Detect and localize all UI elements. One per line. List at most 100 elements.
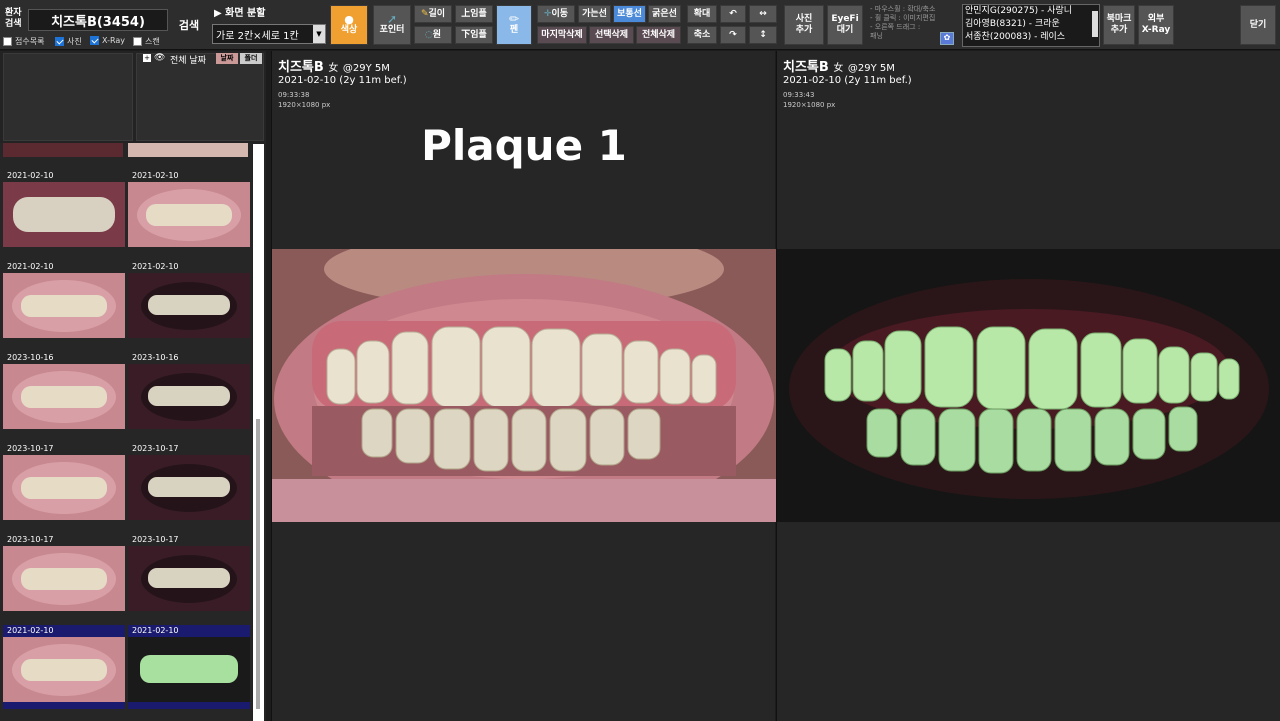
flip-vertical-button[interactable]: ↕ <box>749 26 777 44</box>
search-button[interactable]: 검색 <box>172 9 206 41</box>
thumbnail-date: 2023-10-17 <box>7 444 54 453</box>
thumbnail-image <box>128 455 250 520</box>
eye-icon: 👁 <box>154 53 166 63</box>
check-scan[interactable]: 스캔 <box>133 36 160 47</box>
mouth-fluorescence-image <box>777 249 1280 522</box>
thumbnail-list[interactable]: 2021-02-10 2021-02-10 2021-02-10 2021-02-10… <box>0 143 252 721</box>
rotate-left-icon: ↶ <box>729 8 737 19</box>
thumbnail-image <box>3 455 125 520</box>
thumbnail-item[interactable]: 2023-10-17 <box>3 443 125 527</box>
zoom-out-button[interactable]: 축소 <box>687 26 717 44</box>
check-photo[interactable]: 사진 <box>55 36 82 47</box>
length-button[interactable]: ✎ 길이 <box>414 5 452 23</box>
pen-icon: ✏ <box>508 12 520 26</box>
normal-line-button[interactable]: 보통선 <box>613 5 646 23</box>
thumbnail-partial[interactable] <box>3 143 123 157</box>
patient-title: 치즈톡B 女 @29Y 5M <box>278 60 390 75</box>
settings-gear-icon[interactable]: ✿ <box>940 32 954 45</box>
lower-implant-button[interactable]: 下임플 <box>455 26 493 44</box>
flip-horizontal-button[interactable]: ↔ <box>749 5 777 23</box>
eyefi-wait-button[interactable]: EyeFi 대기 <box>827 5 863 45</box>
flip-horizontal-icon: ↔ <box>759 8 767 19</box>
dropdown-arrow-icon: ▼ <box>313 25 325 43</box>
thumbnail-partial[interactable] <box>128 143 248 157</box>
viewer-pane-right[interactable]: 치즈톡B 女 @29Y 5M 2021-02-10 (2y 11m bef.) … <box>776 51 1280 721</box>
thumbnail-date: 2021-02-10 <box>132 626 179 635</box>
rotate-left-button[interactable]: ↶ <box>720 5 746 23</box>
patient-search-label: 환자 검색 <box>5 8 22 29</box>
sort-by-date-button[interactable]: 날짜 <box>216 53 238 64</box>
delete-selected-button[interactable]: 선택삭제 <box>589 26 634 44</box>
close-button[interactable]: 닫기 <box>1240 5 1276 45</box>
checkbox-icon <box>3 37 12 46</box>
preview-box-left <box>3 53 133 141</box>
patient-name-field[interactable]: 치즈톡B(3454) <box>28 9 168 31</box>
photo-time: 09:33:43 <box>783 91 815 99</box>
preview-box-right <box>136 53 264 141</box>
color-button[interactable]: ● 색상 <box>330 5 368 45</box>
thin-line-button[interactable]: 가는선 <box>578 5 611 23</box>
checkbox-checked-icon <box>55 37 64 46</box>
check-reception-list[interactable]: 접수목록 <box>3 36 44 47</box>
dental-photo-natural[interactable] <box>272 249 776 522</box>
rotate-right-button[interactable]: ↷ <box>720 26 746 44</box>
thumbnail-date: 2023-10-17 <box>132 444 179 453</box>
thumbnail-item[interactable]: 2023-10-17 <box>128 534 250 618</box>
check-xray[interactable]: X-Ray <box>90 36 125 45</box>
checkbox-checked-icon <box>90 36 99 45</box>
sort-by-folder-button[interactable]: 폴더 <box>240 53 262 64</box>
patient-title: 치즈톡B 女 @29Y 5M <box>783 60 895 75</box>
thumbnail-date: 2023-10-17 <box>7 535 54 544</box>
add-photo-button[interactable]: 사진 추가 <box>784 5 824 45</box>
move-button[interactable]: ✛ 이동 <box>537 5 575 23</box>
waiting-list-item[interactable]: 서종찬(200083) - 레이스 <box>963 31 1099 44</box>
thumbnail-item[interactable]: 2023-10-17 <box>128 443 250 527</box>
thumbnail-item[interactable]: 2023-10-16 <box>128 352 250 436</box>
flip-vertical-icon: ↕ <box>759 29 767 40</box>
ruler-icon: ✎ <box>420 8 429 19</box>
thumbnail-date: 2021-02-10 <box>7 171 54 180</box>
thumbnail-item[interactable]: 2021-02-10 <box>128 170 250 254</box>
thumbnail-item[interactable]: 2023-10-16 <box>3 352 125 436</box>
pen-button[interactable]: ✏ 펜 <box>496 5 532 45</box>
thumbnail-date: 2023-10-17 <box>132 535 179 544</box>
thumbnail-date: 2023-10-16 <box>7 353 54 362</box>
external-xray-button[interactable]: 외부 X-Ray <box>1138 5 1174 45</box>
sidebar-scrollbar-track[interactable] <box>253 144 264 721</box>
thumbnail-item[interactable]: 2021-02-10 <box>3 170 125 254</box>
expand-icon[interactable]: + <box>143 54 151 62</box>
split-label: ▶ 화면 분할 <box>214 8 266 19</box>
delete-last-button[interactable]: 마지막삭제 <box>537 26 587 44</box>
pointer-button[interactable]: ➚ 포인터 <box>373 5 411 45</box>
bookmark-add-button[interactable]: 북마크 추가 <box>1103 5 1135 45</box>
checkbox-icon <box>133 37 142 46</box>
thumbnail-item[interactable]: 2021-02-10 <box>128 261 250 345</box>
thumbnail-item[interactable]: 2021-02-10 <box>3 261 125 345</box>
upper-implant-button[interactable]: 上임플 <box>455 5 493 23</box>
thumbnail-image <box>3 182 125 247</box>
thumbnail-date: 2021-02-10 <box>7 262 54 271</box>
waiting-list-item[interactable]: 김아영B(8321) - 크라운 <box>963 18 1099 31</box>
dental-photo-fluorescence[interactable] <box>777 249 1280 522</box>
thumbnail-date: 2021-02-10 <box>132 262 179 271</box>
thumbnail-image <box>3 546 125 611</box>
circle-button[interactable]: ◌ 원 <box>414 26 452 44</box>
waiting-list-item[interactable]: 안민지G(290275) - 사랑니 <box>963 5 1099 18</box>
toolbar: 환자 검색 치즈톡B(3454) 검색 접수목록 사진 X-Ray 스캔 ▶ 화… <box>0 0 1280 50</box>
waiting-list[interactable]: 안민지G(290275) - 사랑니 김아영B(8321) - 크라운 서종찬(… <box>962 4 1100 47</box>
waiting-list-scrollbar[interactable] <box>1092 11 1098 37</box>
caption-text: Plaque 1 <box>421 121 627 170</box>
move-icon: ✛ <box>543 8 552 19</box>
palette-icon: ● <box>344 13 354 26</box>
thick-line-button[interactable]: 굵은선 <box>648 5 681 23</box>
thumbnail-item[interactable]: 2021-02-10 <box>128 625 250 709</box>
sidebar-scrollbar-thumb[interactable] <box>256 419 260 709</box>
zoom-in-button[interactable]: 확대 <box>687 5 717 23</box>
photo-size: 1920×1080 px <box>783 101 836 109</box>
viewer-pane-left[interactable]: 치즈톡B 女 @29Y 5M 2021-02-10 (2y 11m bef.) … <box>271 51 776 721</box>
thumbnail-item[interactable]: 2021-02-10 <box>3 625 125 709</box>
delete-all-button[interactable]: 전체삭제 <box>636 26 681 44</box>
split-select[interactable]: 가로 2칸×세로 1칸 ▼ <box>212 24 326 44</box>
thumbnail-image <box>3 637 125 702</box>
thumbnail-item[interactable]: 2023-10-17 <box>3 534 125 618</box>
